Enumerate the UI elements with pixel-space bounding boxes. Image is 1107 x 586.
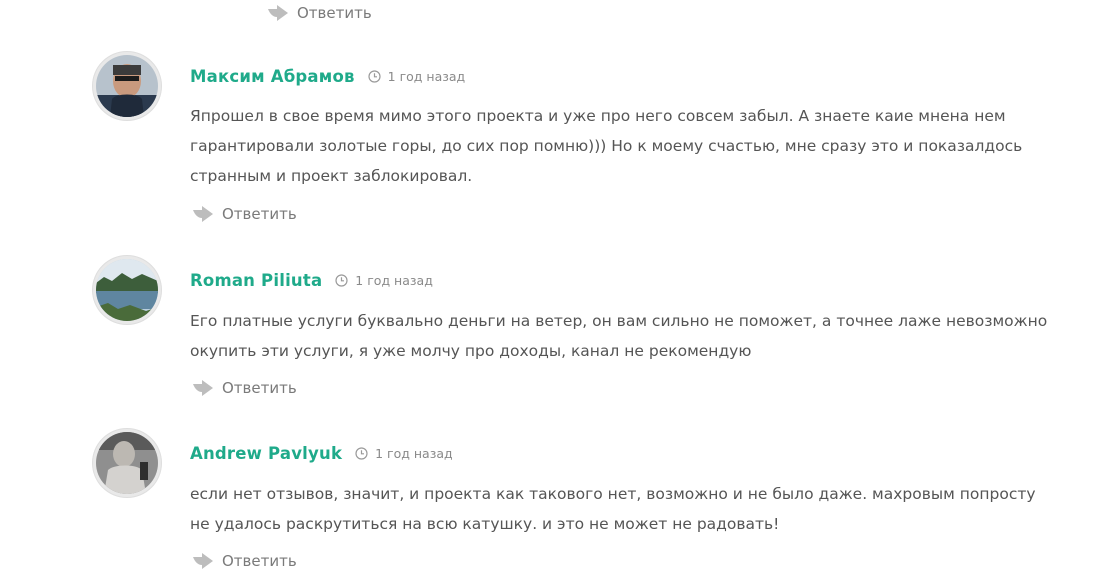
- comment-text: Япрошел в свое время мимо этого проекта …: [190, 107, 1023, 185]
- reply-link[interactable]: Ответить: [267, 4, 372, 22]
- comment-time-text: 1 год назад: [355, 273, 433, 288]
- reply-arrow-icon: [268, 5, 288, 21]
- avatar-photo: [96, 55, 158, 117]
- comment-time: 1 год назад: [368, 69, 466, 84]
- comment-time: 1 год назад: [355, 446, 453, 461]
- avatar-photo: [96, 259, 158, 321]
- reply-link[interactable]: Ответить: [192, 379, 297, 397]
- reply-arrow-icon: [193, 380, 213, 396]
- clock-icon: [335, 274, 348, 287]
- reply-label: Ответить: [222, 552, 297, 570]
- comment-text: если нет отзывов, значит, и проекта как …: [190, 485, 1036, 533]
- comment-author[interactable]: Andrew Pavlyuk: [190, 444, 342, 463]
- avatar-photo: [96, 432, 158, 494]
- avatar[interactable]: [93, 52, 161, 120]
- comments-section: Ответить Максим Абрамов 1 год назад Япро…: [0, 0, 1107, 586]
- reply-label: Ответить: [222, 205, 297, 223]
- clock-icon: [368, 70, 381, 83]
- reply-label: Ответить: [222, 379, 297, 397]
- comment-author[interactable]: Roman Piliuta: [190, 271, 322, 290]
- reply-link[interactable]: Ответить: [192, 552, 297, 570]
- reply-link[interactable]: Ответить: [192, 205, 297, 223]
- reply-arrow-icon: [193, 553, 213, 569]
- comment-time-text: 1 год назад: [375, 446, 453, 461]
- comment-author[interactable]: Максим Абрамов: [190, 67, 355, 86]
- comment-text: Его платные услуги буквально деньги на в…: [190, 312, 1048, 360]
- comment-time: 1 год назад: [335, 273, 433, 288]
- reply-label: Ответить: [297, 4, 372, 22]
- avatar[interactable]: [93, 429, 161, 497]
- avatar[interactable]: [93, 256, 161, 324]
- comment-time-text: 1 год назад: [387, 69, 466, 84]
- clock-icon: [355, 447, 368, 460]
- reply-arrow-icon: [193, 206, 213, 222]
